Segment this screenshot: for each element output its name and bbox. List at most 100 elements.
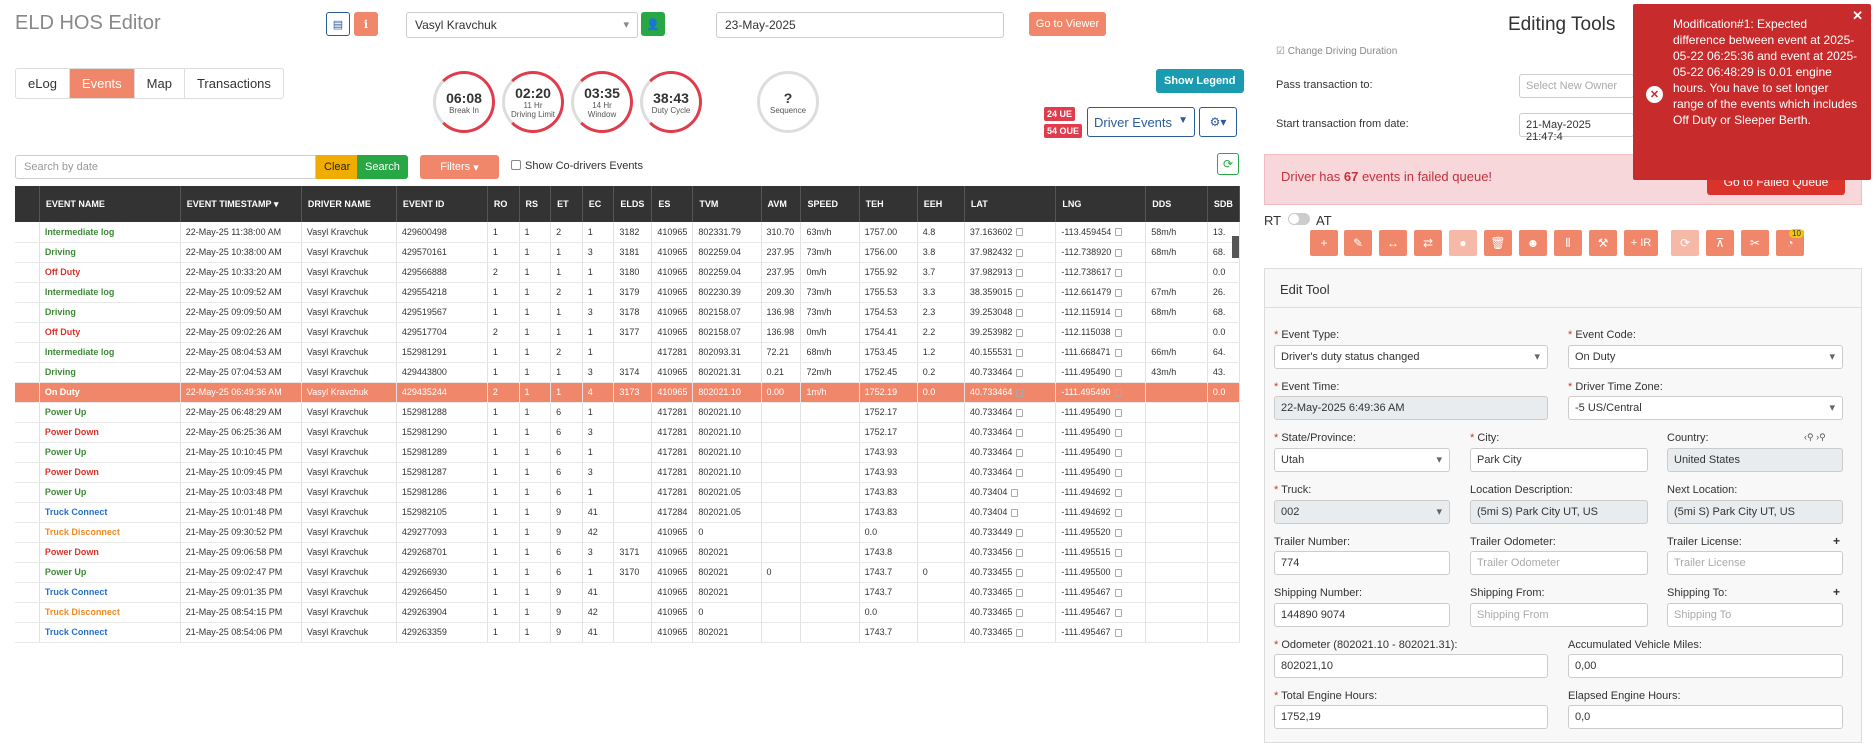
event-type-select[interactable]: Driver's duty status changed — [1274, 345, 1548, 369]
row-selector[interactable] — [15, 582, 40, 603]
users-icon[interactable]: ☻ — [1519, 230, 1547, 256]
row-selector[interactable] — [15, 302, 40, 323]
copy-icon[interactable] — [1016, 268, 1024, 277]
copy-icon[interactable] — [1016, 448, 1024, 457]
table-row[interactable]: Driving 22-May-25 07:04:53 AM Vasyl Kravch… — [15, 362, 1240, 383]
copy-icon[interactable] — [1016, 248, 1024, 257]
location-pin-icon[interactable]: ‹⚲ ›⚲ — [1804, 432, 1826, 443]
header-rs[interactable]: RS — [519, 186, 552, 222]
copy-icon[interactable] — [1016, 308, 1024, 317]
settings-dropdown[interactable]: ⚙▾ — [1199, 107, 1237, 137]
header-driver-name[interactable]: DRIVER NAME — [301, 186, 397, 222]
rt-at-toggle[interactable] — [1288, 213, 1310, 225]
table-row[interactable]: Off Duty 22-May-25 10:33:20 AM Vasyl Kravc… — [15, 262, 1240, 283]
accumulated-miles-input[interactable]: 0,00 — [1568, 654, 1843, 678]
timezone-select[interactable]: -5 US/Central — [1568, 396, 1843, 420]
state-select[interactable]: Utah — [1274, 448, 1450, 472]
copy-icon[interactable] — [1016, 388, 1024, 397]
header-speed[interactable]: SPEED — [800, 186, 860, 222]
truck-select[interactable]: 002 — [1274, 500, 1450, 524]
copy-icon[interactable] — [1011, 488, 1019, 497]
row-selector[interactable] — [15, 522, 40, 543]
row-selector[interactable] — [15, 382, 40, 403]
row-selector[interactable] — [15, 282, 40, 303]
row-selector[interactable] — [15, 562, 40, 583]
copy-icon[interactable] — [1114, 628, 1122, 637]
table-row[interactable]: Truck Connect 21-May-25 08:54:06 PM Vasyl … — [15, 622, 1240, 643]
table-row[interactable]: Intermediate log 22-May-25 10:09:52 AM Vas… — [15, 282, 1240, 303]
table-row[interactable]: Intermediate log 22-May-25 08:04:53 AM Vas… — [15, 342, 1240, 363]
clear-button[interactable]: Clear — [316, 155, 359, 179]
filters-button[interactable]: Filters ▾ — [420, 155, 499, 179]
copy-icon[interactable] — [1114, 328, 1122, 337]
table-scrollbar[interactable] — [1232, 236, 1239, 258]
table-row[interactable]: Driving 22-May-25 10:38:00 AM Vasyl Kravch… — [15, 242, 1240, 263]
table-row[interactable]: Power Up 21-May-25 10:03:48 PM Vasyl Kravc… — [15, 482, 1240, 503]
header-avm[interactable]: AVM — [761, 186, 802, 222]
ue-badge[interactable]: 24 UE — [1044, 107, 1076, 121]
copy-icon[interactable] — [1115, 248, 1123, 257]
row-selector[interactable] — [15, 362, 40, 383]
copy-icon[interactable] — [1016, 528, 1024, 537]
row-selector[interactable] — [15, 222, 40, 243]
copy-icon[interactable] — [1114, 568, 1122, 577]
copy-icon[interactable] — [1016, 608, 1024, 617]
copy-icon[interactable] — [1016, 468, 1024, 477]
tab-events[interactable]: Events — [69, 69, 135, 98]
search-button[interactable]: Search — [357, 155, 408, 179]
table-row[interactable]: Truck Connect 21-May-25 10:01:48 PM Vasyl … — [15, 502, 1240, 523]
copy-icon[interactable] — [1114, 588, 1122, 597]
event-code-select[interactable]: On Duty — [1568, 345, 1843, 369]
align-top-icon[interactable]: ⊼ — [1706, 230, 1734, 256]
row-selector[interactable] — [15, 542, 40, 563]
copy-icon[interactable] — [1114, 368, 1122, 377]
total-engine-hours-input[interactable]: 1752,19 — [1274, 705, 1548, 729]
copy-icon[interactable] — [1114, 388, 1122, 397]
copy-icon[interactable] — [1114, 448, 1122, 457]
driver-select[interactable]: Vasyl Kravchuk — [406, 12, 638, 38]
table-row[interactable]: Truck Disconnect 21-May-25 09:30:52 PM Vas… — [15, 522, 1240, 543]
header-dds[interactable]: DDS — [1145, 186, 1208, 222]
shipping-number-input[interactable]: 144890 9074 — [1274, 603, 1450, 627]
copy-icon[interactable] — [1114, 488, 1122, 497]
event-time-input[interactable]: 22-May-2025 6:49:36 AM — [1274, 396, 1548, 420]
tab-elog[interactable]: eLog — [16, 69, 70, 98]
document-icon[interactable]: ▤ — [326, 12, 350, 36]
columns-icon[interactable]: ⦀ — [1554, 230, 1582, 256]
add-shipping-icon[interactable]: + — [1833, 585, 1840, 599]
header-sdb[interactable]: SDB — [1207, 186, 1240, 222]
copy-icon[interactable] — [1114, 468, 1122, 477]
table-row[interactable]: Power Up 21-May-25 10:10:45 PM Vasyl Kravc… — [15, 442, 1240, 463]
odometer-input[interactable]: 802021,10 — [1274, 654, 1548, 678]
table-row[interactable]: Driving 22-May-25 09:09:50 AM Vasyl Kravch… — [15, 302, 1240, 323]
driver-events-dropdown[interactable]: Driver Events ▼ — [1087, 107, 1195, 137]
user-icon[interactable]: 👤 — [641, 12, 665, 36]
copy-icon[interactable] — [1114, 508, 1122, 517]
change-driving-label[interactable]: ☑ Change Driving Duration — [1276, 46, 1397, 57]
date-input[interactable]: 23-May-2025 — [716, 12, 1004, 38]
row-selector[interactable] — [15, 322, 40, 343]
copy-icon[interactable] — [1016, 408, 1024, 417]
table-row[interactable]: On Duty 22-May-25 06:49:36 AM Vasyl Kravch… — [15, 382, 1240, 403]
user-icon[interactable]: ● — [1449, 230, 1477, 256]
copy-icon[interactable] — [1016, 228, 1024, 237]
table-row[interactable]: Power Down 21-May-25 10:09:45 PM Vasyl Kra… — [15, 462, 1240, 483]
row-selector[interactable] — [15, 422, 40, 443]
copy-icon[interactable] — [1115, 228, 1123, 237]
pencil-icon[interactable]: ✎ — [1344, 230, 1372, 256]
row-selector[interactable] — [15, 262, 40, 283]
table-row[interactable]: Off Duty 22-May-25 09:02:26 AM Vasyl Kravc… — [15, 322, 1240, 343]
header-event-timestamp[interactable]: EVENT TIMESTAMP ▾ — [180, 186, 302, 222]
header-tvm[interactable]: TVM — [692, 186, 762, 222]
table-row[interactable]: Power Down 21-May-25 09:06:58 PM Vasyl Kra… — [15, 542, 1240, 563]
show-legend-button[interactable]: Show Legend — [1156, 69, 1244, 93]
tab-transactions[interactable]: Transactions — [185, 69, 283, 98]
row-selector[interactable] — [15, 602, 40, 623]
table-row[interactable]: Power Up 21-May-25 09:02:47 PM Vasyl Kravc… — [15, 562, 1240, 583]
trash-icon[interactable]: 🗑 — [1484, 230, 1512, 256]
header-ro[interactable]: RO — [487, 186, 520, 222]
oue-badge[interactable]: 54 OUE — [1044, 124, 1083, 138]
header-et[interactable]: ET — [550, 186, 583, 222]
search-input[interactable]: Search by date — [15, 155, 316, 179]
add-ir-button[interactable]: + IR — [1624, 230, 1658, 256]
